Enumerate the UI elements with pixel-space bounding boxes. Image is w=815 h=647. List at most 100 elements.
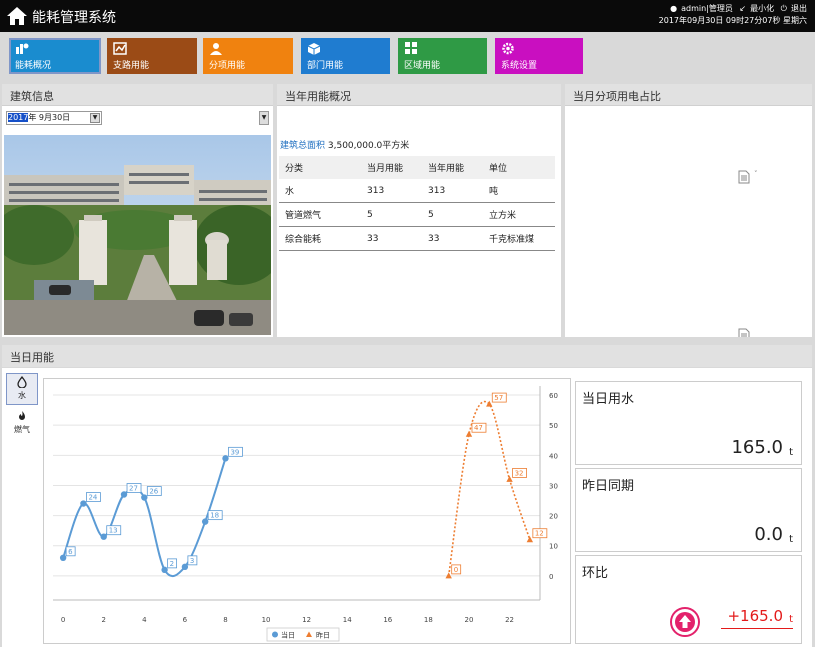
x-tick-label: 14 — [343, 616, 352, 624]
data-label: 57 — [494, 394, 503, 402]
table-row: 管道燃气 5 5 立方米 — [279, 202, 555, 227]
cell: 33 — [422, 226, 483, 251]
tab-label: 水 — [18, 391, 26, 400]
building-panel: 建筑信息 2017年 9月30日 ▼ ▼ — [2, 84, 273, 337]
table-row: 综合能耗 33 33 千克标准煤 — [279, 226, 555, 251]
date-picker[interactable]: 2017年 9月30日 ▼ — [6, 111, 102, 125]
user-name[interactable]: admin|管理员 — [681, 4, 733, 13]
cell: 313 — [361, 179, 422, 203]
data-point — [120, 491, 128, 498]
data-label: 18 — [210, 512, 219, 520]
overview-icon — [16, 43, 29, 54]
daily-title: 当日用能 — [10, 351, 54, 364]
header-year: 当年用能 — [422, 156, 483, 179]
branch-icon — [113, 42, 127, 55]
data-point — [161, 566, 168, 574]
x-tick-label: 8 — [223, 616, 227, 624]
grid-icon — [405, 42, 417, 54]
header-category: 分类 — [279, 156, 361, 179]
nav-label: 分项用能 — [209, 61, 246, 71]
cell: 管道燃气 — [279, 202, 361, 227]
nav-item-energy[interactable]: 分项用能 — [203, 38, 293, 74]
person-icon — [210, 43, 222, 55]
data-label: 12 — [535, 530, 544, 538]
data-point — [80, 500, 87, 507]
table-row: 水 313 313 吨 — [279, 179, 555, 203]
y-tick-label: 0 — [549, 573, 553, 581]
date-dropdown-icon[interactable]: ▼ — [90, 113, 100, 123]
daily-section-head: 当日用能 — [2, 345, 812, 367]
header-unit: 单位 — [483, 156, 555, 179]
nav-area-energy[interactable]: 区域用能 — [398, 38, 487, 74]
export-menu-button[interactable]: ˅ — [738, 170, 764, 184]
nav-label: 能耗概况 — [15, 61, 52, 71]
nav-branch-energy[interactable]: 支路用能 — [107, 38, 197, 74]
nav-energy-overview[interactable]: 能耗概况 — [9, 38, 101, 74]
cell: 5 — [422, 202, 483, 227]
user-box: ● admin|管理员 ↙ 最小化 ⏻ 退出 2017年09月30日 09时27分07… — [659, 3, 807, 27]
x-tick-label: 4 — [142, 616, 147, 624]
tab-water[interactable]: 水 — [6, 373, 38, 405]
panel-dropdown[interactable]: ▼ — [259, 111, 269, 125]
table-header: 分类 当月用能 当年用能 单位 — [279, 156, 555, 179]
water-drop-icon — [17, 375, 27, 389]
minimize-button[interactable]: 最小化 — [750, 4, 774, 13]
arrow-up-circle-icon — [670, 607, 700, 637]
series-line-yesterday — [447, 400, 531, 577]
today-label: 当日用水 — [582, 392, 635, 407]
nav-label: 系统设置 — [501, 61, 538, 71]
data-point — [465, 430, 473, 437]
x-tick-label: 6 — [183, 616, 188, 624]
y-tick-label: 60 — [549, 392, 558, 400]
x-tick-label: 12 — [302, 616, 311, 624]
x-tick-label: 22 — [505, 616, 514, 624]
nav-label: 区域用能 — [404, 61, 441, 71]
tab-gas[interactable]: 燃气 — [6, 408, 38, 440]
cell: 5 — [361, 202, 422, 227]
y-tick-label: 20 — [549, 513, 558, 521]
data-point — [526, 536, 534, 543]
yesterday-unit: t — [789, 534, 793, 545]
ratio-underline — [721, 628, 793, 629]
cell: 综合能耗 — [279, 226, 361, 251]
x-tick-label: 16 — [383, 616, 392, 624]
data-point — [201, 518, 209, 525]
data-point — [100, 533, 107, 540]
area-info: 建筑总面积 3,500,000.0平方米 — [280, 138, 409, 151]
x-tick-label: 0 — [61, 616, 65, 624]
building-photo — [4, 135, 271, 335]
legend-marker-today — [272, 631, 278, 638]
nav-label: 部门用能 — [307, 61, 344, 71]
chevron-down-icon: ˅ — [754, 170, 758, 178]
x-tick-label: 20 — [465, 616, 474, 624]
cube-icon — [307, 43, 321, 55]
ratio-label: 环比 — [582, 566, 609, 581]
data-label: 3 — [190, 557, 194, 565]
data-label: 26 — [149, 488, 158, 496]
document-icon — [738, 328, 750, 337]
gear-icon — [502, 42, 514, 55]
data-label: 13 — [109, 527, 118, 535]
data-label: 32 — [515, 469, 524, 477]
cell: 立方米 — [483, 202, 555, 227]
data-point — [141, 494, 148, 501]
x-tick-label: 2 — [101, 616, 105, 624]
export-menu-button-2[interactable] — [738, 328, 764, 337]
logout-button[interactable]: 退出 — [791, 4, 807, 13]
home-icon[interactable] — [6, 6, 28, 26]
area-value: 3,500,000.0平方米 — [327, 141, 410, 151]
nav-department-energy[interactable]: 部门用能 — [301, 38, 390, 74]
data-point — [181, 563, 189, 571]
legend-label-yesterday: 昨日 — [316, 631, 330, 640]
nav-system-settings[interactable]: 系统设置 — [495, 38, 583, 74]
nav-label: 支路用能 — [113, 61, 150, 71]
nav-bar: 能耗概况 支路用能 分项用能 部门用能 区域用能 系统设置 — [0, 32, 815, 82]
x-tick-label: 10 — [262, 616, 271, 624]
header-month: 当月用能 — [361, 156, 422, 179]
date-year[interactable]: 2017 — [8, 113, 29, 122]
datetime: 2017年09月30日 09时27分07秒 星期六 — [658, 16, 807, 25]
today-unit: t — [789, 447, 793, 458]
app-title: 能耗管理系统 — [32, 10, 116, 26]
yesterday-value: 0.0 — [754, 524, 783, 545]
minimize-icon: ↙ — [739, 4, 747, 13]
